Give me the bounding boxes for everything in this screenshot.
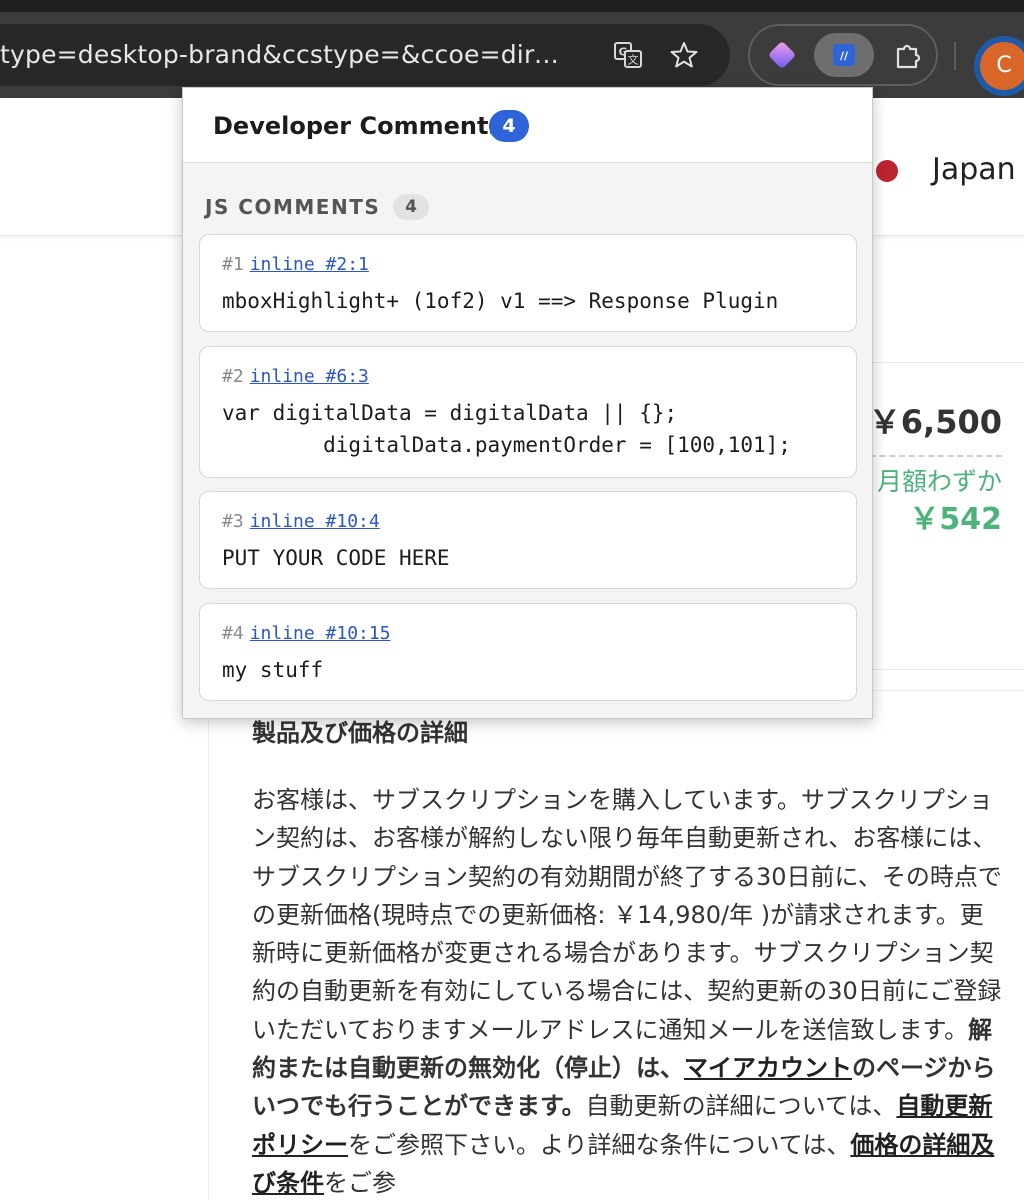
avatar-initial: C — [980, 42, 1024, 90]
comment-code: var digitalData = digitalData || {}; dig… — [222, 401, 791, 457]
comment-header: #2 inline #6:3 — [222, 365, 369, 389]
comment-card: #4 inline #10:15 my stuff — [199, 603, 857, 701]
price-total: ￥6,500 — [868, 403, 1002, 441]
details-text: お客様は、サブスクリプションを購入しています。サブスクリプション契約は、お客様が… — [252, 786, 1002, 1044]
extensions-group: // — [748, 24, 938, 86]
svg-text:文: 文 — [628, 53, 639, 67]
translate-icon[interactable]: G 文 — [612, 39, 644, 71]
comment-number: #4 — [222, 623, 244, 644]
comment-location-link[interactable]: inline #10:4 — [250, 511, 380, 532]
country-selector[interactable]: Japan — [932, 150, 1016, 190]
popup-header: Developer Comments 4 — [183, 88, 872, 163]
comment-header: #4 inline #10:15 — [222, 622, 391, 646]
price-divider — [870, 455, 1002, 457]
total-count-badge: 4 — [489, 110, 529, 142]
gradient-diamond-extension-icon[interactable] — [752, 33, 812, 77]
browser-toolbar: type=desktop-brand&ccstype=&ccoe=direct&… — [0, 12, 1024, 98]
section-label: JS COMMENTS — [205, 195, 381, 219]
comment-code: my stuff — [222, 658, 324, 682]
comment-card: #3 inline #10:4 PUT YOUR CODE HERE — [199, 491, 857, 589]
comment-number: #3 — [222, 511, 244, 532]
address-bar[interactable]: type=desktop-brand&ccstype=&ccoe=direct&… — [0, 24, 730, 86]
comment-location-link[interactable]: inline #6:3 — [250, 366, 369, 387]
comment-code: PUT YOUR CODE HERE — [222, 546, 450, 570]
star-icon[interactable] — [668, 39, 700, 71]
comment-card: #2 inline #6:3 var digitalData = digitalD… — [199, 346, 857, 478]
monthly-price: ￥542 — [909, 502, 1002, 537]
comment-code: mboxHighlight+ (1of2) v1 ==> Response Pl… — [222, 289, 779, 313]
details-text: 自動更新の詳細については、 — [585, 1092, 897, 1121]
comment-header: #3 inline #10:4 — [222, 510, 380, 534]
my-account-link[interactable]: マイアカウント — [684, 1054, 852, 1082]
comment-number: #1 — [222, 254, 244, 275]
url-text[interactable]: type=desktop-brand&ccstype=&ccoe=direct&… — [0, 40, 560, 70]
window-top-strip — [0, 0, 1024, 12]
comment-card: #1 inline #2:1 mboxHighlight+ (1of2) v1 =… — [199, 234, 857, 332]
popup-title: Developer Comments — [213, 112, 503, 140]
comment-header: #1 inline #2:1 — [222, 253, 369, 277]
details-body: お客様は、サブスクリプションを購入しています。サブスクリプション契約は、お客様が… — [252, 781, 1002, 1202]
monthly-label: 月額わずか — [876, 467, 1002, 496]
japan-flag-icon[interactable] — [876, 160, 898, 182]
details-text: をご参照下さい。より詳細な条件については、 — [348, 1130, 851, 1159]
section-count-badge: 4 — [393, 194, 429, 220]
comment-location-link[interactable]: inline #2:1 — [250, 254, 369, 275]
details-title: 製品及び価格の詳細 — [252, 719, 468, 747]
toolbar-separator — [954, 42, 956, 70]
comment-location-link[interactable]: inline #10:15 — [250, 623, 391, 644]
developer-comments-popup: Developer Comments 4 JS COMMENTS 4 #1 inl… — [182, 87, 873, 719]
svg-text://: // — [840, 50, 849, 63]
details-text: をご参 — [324, 1168, 396, 1197]
developer-comments-extension-icon[interactable]: // — [814, 33, 874, 77]
comment-number: #2 — [222, 366, 244, 387]
puzzle-icon[interactable] — [878, 33, 938, 77]
profile-avatar[interactable]: C — [974, 36, 1024, 96]
